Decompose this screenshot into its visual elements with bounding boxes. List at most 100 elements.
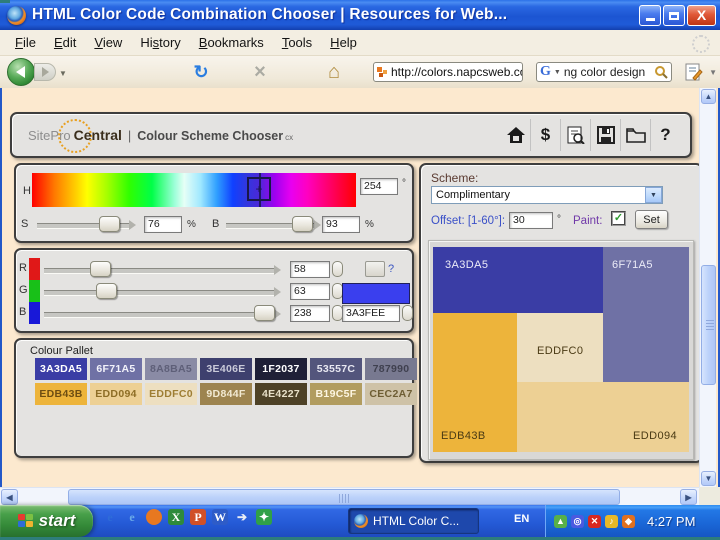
green-slider-track[interactable] [44, 287, 281, 297]
scroll-up-button[interactable]: ▲ [701, 89, 716, 104]
brightness-slider-thumb[interactable] [292, 216, 313, 232]
scroll-right-button[interactable]: ▶ [680, 489, 697, 505]
palette-swatch-EDDFC0[interactable]: EDDFC0 [145, 383, 197, 405]
messenger-icon[interactable]: ✦ [256, 509, 272, 525]
palette-swatch-53557C[interactable]: 53557C [310, 358, 362, 380]
hue-gradient-bar[interactable]: + [32, 173, 356, 207]
palette-swatch-6F71A5[interactable]: 6F71A5 [90, 358, 142, 380]
paint-checkbox[interactable]: ✓ [611, 211, 626, 226]
rgb-help-mark[interactable]: ? [388, 263, 394, 275]
red-value-input[interactable]: 58 [290, 261, 330, 278]
security-alert-icon[interactable]: ✕ [588, 514, 601, 528]
picker-tool-button[interactable] [365, 261, 385, 277]
search-engine-caret[interactable]: ▼ [554, 69, 561, 76]
show-desktop-icon[interactable]: ➔ [234, 509, 250, 525]
menu-item-bookmarks[interactable]: Bookmarks [190, 32, 273, 53]
palette-swatch-4E4227[interactable]: 4E4227 [255, 383, 307, 405]
menu-item-history[interactable]: History [131, 32, 189, 53]
menu-item-view[interactable]: View [85, 32, 131, 53]
scroll-left-button[interactable]: ◀ [1, 489, 18, 505]
red-slider-track[interactable] [44, 265, 281, 275]
menu-item-help[interactable]: Help [321, 32, 366, 53]
messenger-tray-icon[interactable]: ◎ [571, 514, 584, 528]
horizontal-scroll-thumb[interactable] [68, 489, 620, 505]
palette-swatch-3E406E[interactable]: 3E406E [200, 358, 252, 380]
palette-swatch-787990[interactable]: 787990 [365, 358, 417, 380]
scheme-select[interactable]: Complimentary ▼ [431, 186, 663, 204]
reload-button[interactable]: ↻ [189, 62, 213, 82]
forward-button[interactable] [34, 63, 56, 81]
hex-value-input[interactable]: 3A3FEE [342, 305, 400, 322]
save-button[interactable] [590, 119, 620, 151]
red-slider-thumb[interactable] [90, 261, 111, 277]
agent-tray-icon[interactable]: ▲ [554, 514, 567, 528]
start-button[interactable]: start [0, 505, 93, 537]
firefox-icon[interactable] [146, 509, 162, 525]
volume-icon[interactable]: ♪ [605, 514, 618, 528]
palette-swatch-1F2037[interactable]: 1F2037 [255, 358, 307, 380]
search-input-text[interactable]: ng color design [564, 65, 654, 79]
hue-selector[interactable]: + [247, 177, 271, 201]
back-button[interactable] [7, 58, 35, 86]
palette-swatch-EDB43B[interactable]: EDB43B [35, 383, 87, 405]
palette-swatch-EDD094[interactable]: EDD094 [90, 383, 142, 405]
hue-value-input[interactable]: 254 [360, 178, 398, 195]
close-button[interactable]: X [687, 4, 716, 26]
green-value-input[interactable]: 63 [290, 283, 330, 300]
help-button[interactable]: ? [650, 119, 680, 151]
taskbar-clock[interactable]: 4:27 PM [647, 514, 695, 529]
report-button[interactable] [560, 119, 590, 151]
palette-swatch-CEC2A7[interactable]: CEC2A7 [365, 383, 417, 405]
powerpoint-icon[interactable]: P [190, 509, 206, 525]
ie-icon[interactable]: e [102, 509, 118, 525]
vertical-scroll-thumb[interactable] [701, 265, 716, 385]
blue-label: B [19, 306, 27, 318]
taskbar-task-button[interactable]: HTML Color C... [348, 508, 479, 534]
palette-swatch-9D844F[interactable]: 9D844F [200, 383, 252, 405]
word-icon[interactable]: W [212, 509, 228, 525]
update-tray-icon[interactable]: ◆ [622, 514, 635, 528]
brightness-value-input[interactable]: 93 [322, 216, 360, 233]
palette-swatch-3A3DA5[interactable]: 3A3DA5 [35, 358, 87, 380]
restore-button[interactable] [663, 4, 685, 26]
stop-button[interactable]: × [249, 61, 271, 83]
scroll-down-button[interactable]: ▼ [701, 471, 716, 486]
excel-icon[interactable]: X [168, 509, 184, 525]
search-field[interactable]: G ▼ ng color design [536, 62, 672, 82]
scheme-panel: Scheme: Complimentary ▼ Offset: [1-60°]:… [419, 163, 703, 463]
browser-icon[interactable]: e [124, 509, 140, 525]
scheme-dropdown-caret[interactable]: ▼ [645, 187, 662, 203]
history-dropdown-caret[interactable]: ▼ [59, 69, 67, 78]
print-button[interactable] [501, 119, 530, 151]
minimize-button[interactable] [639, 4, 661, 26]
menu-item-edit[interactable]: Edit [45, 32, 85, 53]
url-text[interactable]: http://colors.napcsweb.com/colorschemer/ [391, 65, 522, 79]
blue-slider-thumb[interactable] [254, 305, 275, 321]
blue-value-input[interactable]: 238 [290, 305, 330, 322]
toolbar-overflow-caret[interactable]: ▼ [709, 68, 717, 77]
offset-input[interactable]: 30 [509, 212, 553, 229]
cost-button[interactable]: $ [530, 119, 560, 151]
blue-slider-track[interactable] [44, 309, 281, 319]
open-button[interactable] [620, 119, 650, 151]
green-slider-thumb[interactable] [96, 283, 117, 299]
taskbar: start e e X P W ➔ ✦ HTML Color C... EN ▲ ◎ ✕ ♪ ◆ 4… [0, 505, 720, 537]
palette-swatch-B19C5F[interactable]: B19C5F [310, 383, 362, 405]
notes-icon[interactable] [683, 62, 703, 82]
home-button[interactable]: ⌂ [322, 61, 346, 83]
horizontal-scrollbar[interactable]: ◀ ▶ [0, 487, 699, 505]
menu-item-file[interactable]: File [6, 32, 45, 53]
red-spinner[interactable] [332, 261, 343, 277]
minimize-icon [645, 17, 655, 21]
language-indicator[interactable]: EN [514, 513, 529, 525]
saturation-value-input[interactable]: 76 [144, 216, 182, 233]
saturation-slider-thumb[interactable] [99, 216, 120, 232]
search-magnifier-icon[interactable] [654, 65, 668, 79]
palette-swatch-8A8BA5[interactable]: 8A8BA5 [145, 358, 197, 380]
preview-block-label: EDDFC0 [537, 345, 584, 357]
url-field[interactable]: http://colors.napcsweb.com/colorschemer/… [373, 62, 523, 82]
vertical-scrollbar[interactable]: ▲ ▼ [699, 88, 716, 487]
set-button[interactable]: Set [635, 210, 668, 229]
menu-item-tools[interactable]: Tools [273, 32, 321, 53]
hex-spinner[interactable] [402, 305, 413, 321]
